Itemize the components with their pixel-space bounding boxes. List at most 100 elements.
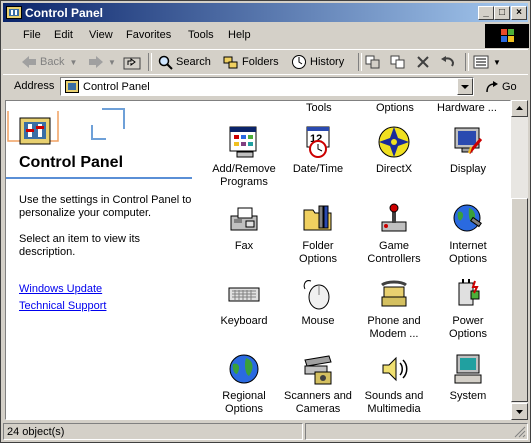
search-label: Search [176,56,211,68]
item-label: Regional Options [222,390,266,415]
item-phone-modem[interactable]: Phone and Modem ... [358,277,430,341]
go-arrow-icon [486,81,498,93]
item-folder-options[interactable]: Folder Options [282,202,354,266]
item-sounds-multimedia[interactable]: Sounds and Multimedia [358,352,430,416]
move-to-icon [365,55,380,69]
views-button[interactable]: ▼ [473,54,501,70]
forward-dropdown-icon[interactable]: ▼ [108,58,116,67]
title-underline [6,177,192,179]
item-label: Sounds and Multimedia [364,390,424,415]
address-dropdown-button[interactable] [457,78,473,95]
menu-file[interactable]: File [23,29,41,41]
display-icon [454,127,483,154]
sounds-multimedia-icon [382,356,408,382]
item-label: Folder Options [299,240,337,265]
item-system[interactable]: System [432,352,504,403]
item-regional-options[interactable]: Regional Options [208,352,280,416]
windows-update-link[interactable]: Windows Update [19,283,102,295]
keyboard-icon [228,287,260,302]
partial-label-tools[interactable]: Tools [306,102,332,114]
folders-label: Folders [242,56,279,68]
scroll-up-button[interactable] [511,100,528,117]
search-icon [158,55,173,70]
left-info-pane: Control Panel Use the settings in Contro… [6,101,194,419]
address-input[interactable]: Control Panel [60,77,474,96]
partial-label-hardware[interactable]: Hardware ... [437,102,497,114]
views-dropdown-icon[interactable]: ▼ [493,58,501,67]
item-scanners-cameras[interactable]: Scanners and Cameras [282,352,354,416]
item-internet-options[interactable]: Internet Options [432,202,504,266]
item-label: Date/Time [292,163,344,175]
chevron-down-icon [461,85,469,89]
item-date-time[interactable]: 12 Date/Time [282,125,354,176]
folders-button[interactable]: Folders [223,54,279,70]
minimize-button[interactable]: _ [478,6,494,20]
resize-grip-icon[interactable] [514,426,526,438]
forward-arrow-icon [89,56,103,68]
menu-tools[interactable]: Tools [188,29,214,41]
history-button[interactable]: History [291,54,344,70]
control-panel-icon [6,6,22,19]
address-label: Address [14,80,55,92]
scroll-down-button[interactable] [511,403,528,420]
menu-view[interactable]: View [89,29,113,41]
control-panel-window: Control Panel _ □ × File Edit View Favor… [0,0,531,443]
vertical-scrollbar[interactable] [511,100,528,420]
status-bar: 24 object(s) [3,422,528,441]
left-pane-title: Control Panel [19,154,124,171]
up-folder-button[interactable] [123,54,141,70]
item-label: Internet Options [449,240,487,265]
status-panel-right [305,423,528,440]
item-label: Display [449,163,487,175]
item-game-controllers[interactable]: Game Controllers [358,202,430,266]
chevron-up-icon [516,106,523,110]
technical-support-link[interactable]: Technical Support [19,300,106,312]
control-panel-large-icon [19,117,51,145]
maximize-button[interactable]: □ [494,6,510,20]
go-button[interactable]: Go [485,79,517,95]
partial-label-options[interactable]: Options [376,102,414,114]
item-label: Mouse [301,315,335,327]
copy-to-button[interactable] [389,54,407,70]
scroll-thumb[interactable] [511,198,528,402]
up-folder-icon [123,57,141,70]
back-label: Back [40,56,65,68]
views-icon [473,55,489,69]
history-icon [292,55,306,69]
window-title: Control Panel [25,6,104,20]
internet-options-icon [453,204,482,232]
mouse-icon [303,280,330,310]
item-directx[interactable]: DirectX [358,125,430,176]
item-display[interactable]: Display [432,125,504,176]
folder-options-icon [303,205,332,231]
item-label: Keyboard [220,315,268,327]
windows-logo [485,24,529,48]
menu-edit[interactable]: Edit [54,29,73,41]
address-value: Control Panel [83,81,150,93]
item-keyboard[interactable]: Keyboard [208,277,280,328]
delete-button[interactable] [416,54,430,70]
item-fax[interactable]: Fax [208,202,280,253]
item-power-options[interactable]: Power Options [432,277,504,341]
game-controllers-icon [381,203,407,232]
menu-favorites[interactable]: Favorites [126,29,171,41]
menu-help[interactable]: Help [228,29,251,41]
add-remove-programs-icon [229,126,257,158]
close-button[interactable]: × [511,6,527,20]
item-add-remove-programs[interactable]: Add/Remove Programs [208,125,280,189]
move-to-button[interactable] [364,54,382,70]
chevron-down-icon [516,410,523,414]
title-bar[interactable]: Control Panel _ □ × [3,3,528,22]
item-label: Scanners and Cameras [284,390,352,415]
undo-button[interactable] [440,54,456,70]
fax-icon [230,207,258,231]
control-panel-small-icon [65,80,79,93]
status-count-text: 24 object(s) [7,426,65,438]
back-button[interactable]: Back ▼ [21,54,77,70]
back-dropdown-icon[interactable]: ▼ [69,58,77,67]
item-mouse[interactable]: Mouse [282,277,354,328]
scanners-cameras-icon [304,355,332,385]
search-button[interactable]: Search [157,54,211,70]
power-options-icon [458,279,480,306]
forward-button[interactable]: ▼ [88,54,116,70]
